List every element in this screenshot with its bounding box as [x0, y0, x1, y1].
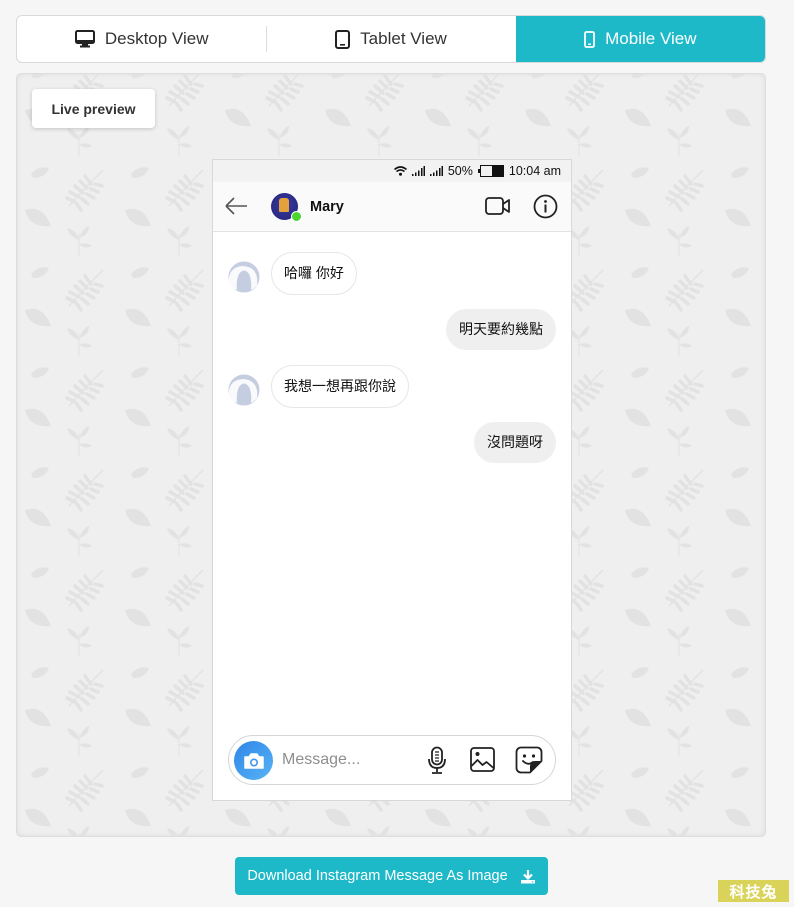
watermark: 科技兔 [718, 880, 789, 902]
chat-header: Mary [213, 182, 571, 232]
user-avatar-icon [227, 260, 261, 294]
online-status-indicator [291, 211, 302, 222]
battery-percentage: 50% [447, 164, 473, 178]
tab-desktop-view[interactable]: Desktop View [17, 16, 266, 62]
microphone-icon[interactable] [427, 746, 447, 774]
message-bubble-incoming: 哈囉 你好 [271, 252, 357, 295]
info-icon[interactable] [533, 194, 558, 219]
tab-tablet-view[interactable]: Tablet View [266, 16, 515, 62]
signal-icon [411, 166, 425, 176]
camera-icon [243, 752, 264, 769]
phone-preview: 50% 10:04 am Mary 哈囉 你好 明天要約幾點 我想一想再跟你說 … [212, 159, 572, 801]
message-bubble-incoming: 我想一想再跟你說 [271, 365, 409, 408]
tab-mobile-view[interactable]: Mobile View [515, 16, 765, 62]
download-image-button[interactable]: Download Instagram Message As Image [235, 857, 548, 895]
user-avatar-icon [227, 373, 261, 407]
back-arrow-icon[interactable] [224, 196, 248, 216]
gallery-icon[interactable] [470, 747, 495, 772]
download-button-label: Download Instagram Message As Image [247, 868, 508, 884]
monitor-icon [74, 30, 95, 48]
message-input[interactable] [282, 748, 412, 772]
message-bubble-outgoing: 沒問題呀 [474, 422, 556, 463]
view-tabs: Desktop View Tablet View Mobile View [16, 15, 766, 63]
sticker-icon[interactable] [515, 746, 543, 774]
message-list: 哈囉 你好 明天要約幾點 我想一想再跟你說 沒問題呀 [213, 232, 571, 732]
status-bar: 50% 10:04 am [213, 160, 571, 182]
status-time: 10:04 am [508, 164, 561, 178]
live-preview-badge: Live preview [32, 89, 155, 128]
message-bubble-outgoing: 明天要約幾點 [446, 309, 556, 350]
battery-icon [477, 165, 504, 177]
contact-name[interactable]: Mary [310, 199, 344, 215]
camera-button[interactable] [234, 741, 273, 780]
video-call-icon[interactable] [485, 196, 511, 216]
mobile-icon [584, 30, 596, 48]
tablet-icon [335, 29, 351, 49]
message-composer [228, 735, 556, 785]
tab-label: Tablet View [360, 29, 447, 48]
download-icon [520, 869, 535, 883]
wifi-icon [393, 166, 407, 176]
live-preview-panel: Live preview 50% 10:04 am Mary 哈囉 你好 明天要… [16, 73, 766, 837]
signal-icon [429, 166, 443, 176]
tab-label: Desktop View [104, 29, 209, 48]
tab-label: Mobile View [605, 29, 697, 48]
